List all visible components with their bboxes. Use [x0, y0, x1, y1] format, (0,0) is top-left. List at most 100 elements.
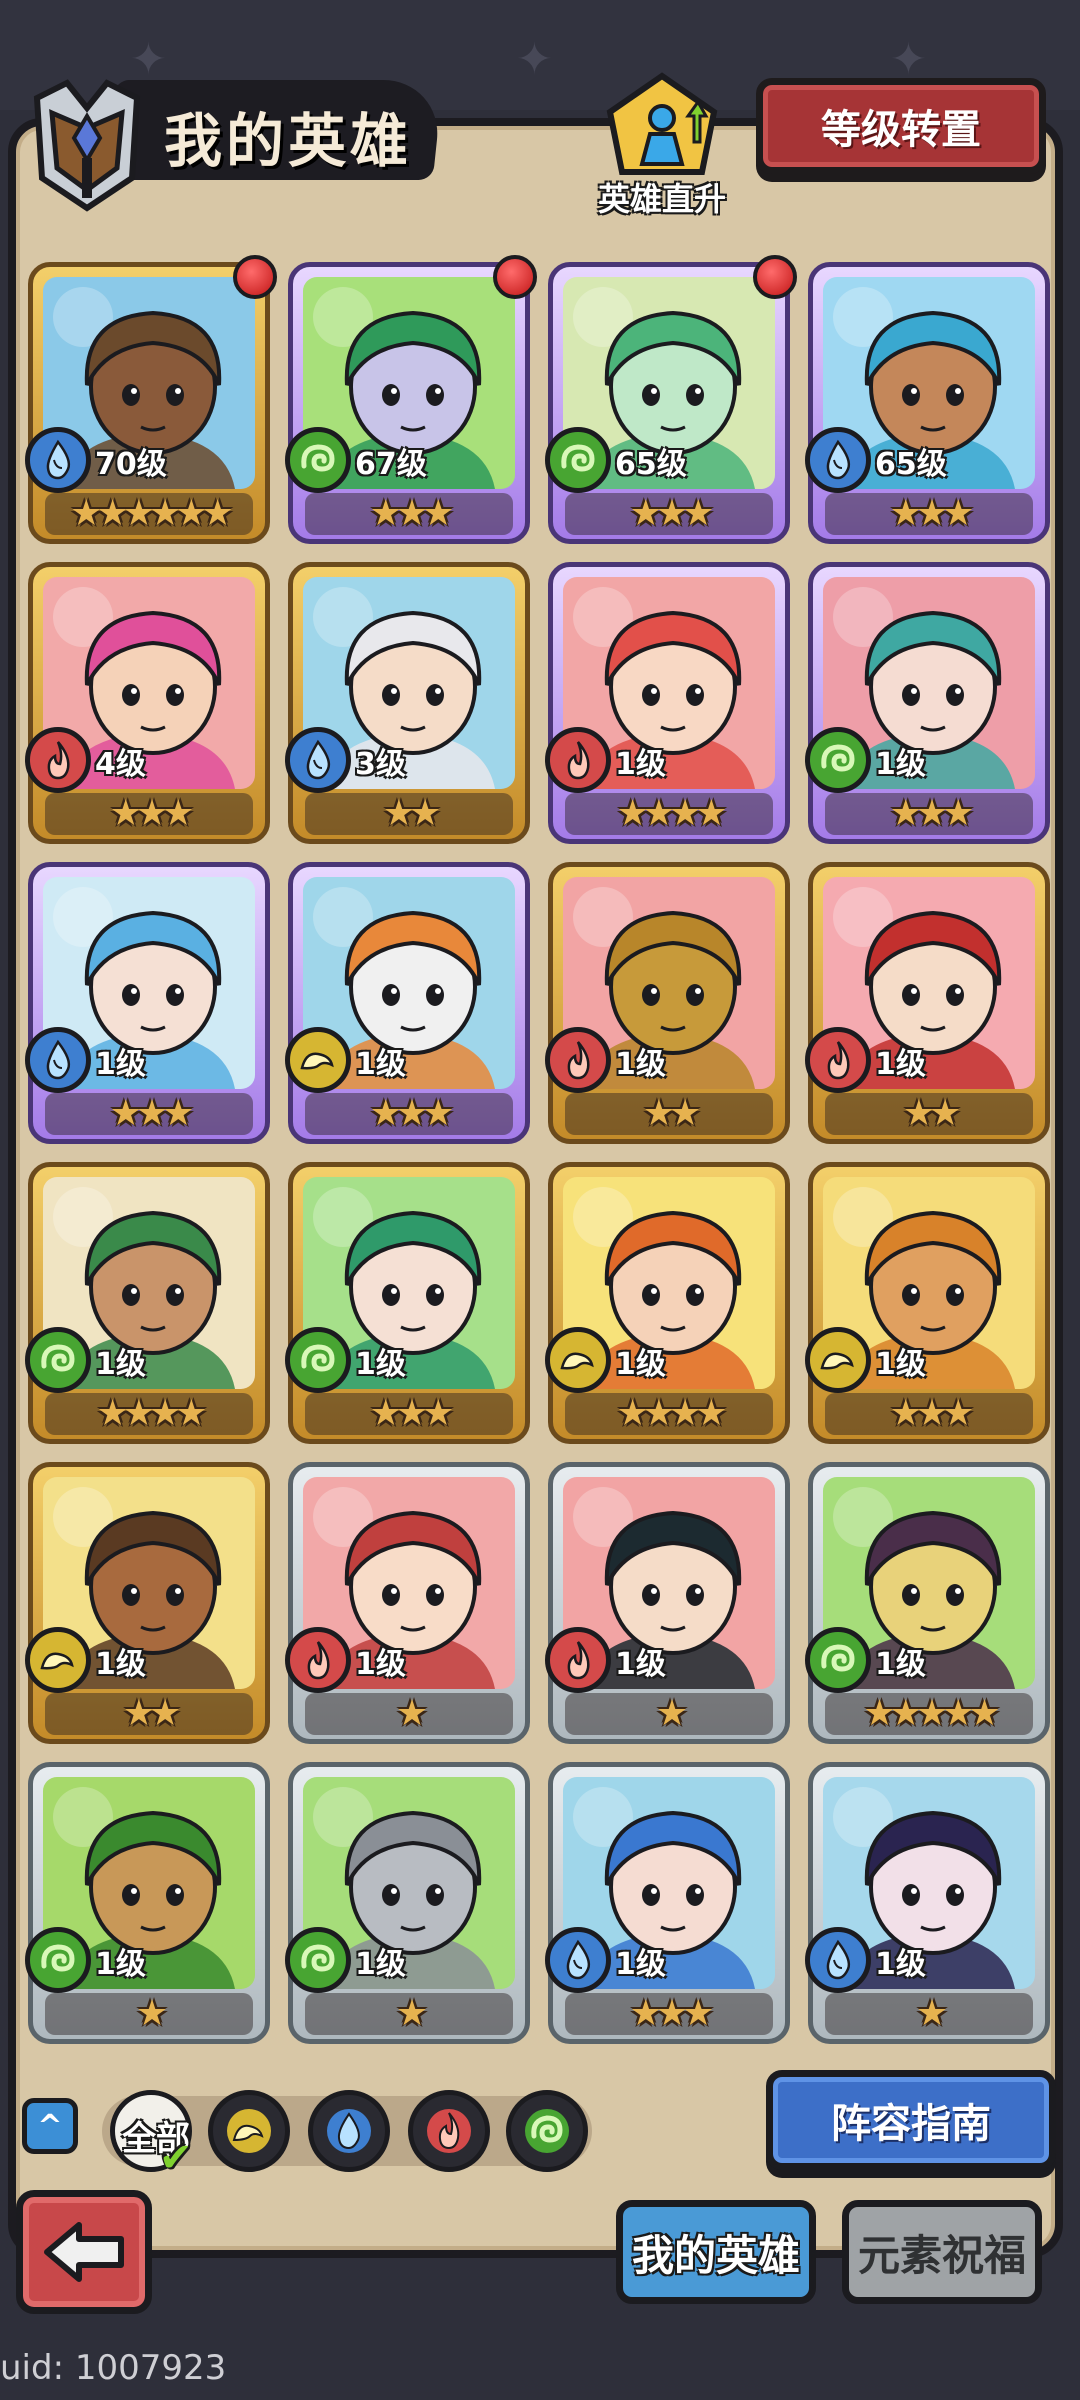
wood-element-icon	[25, 1327, 91, 1393]
hero-upgrade-arrow-icon	[602, 72, 722, 182]
earth-element-icon	[805, 1327, 871, 1393]
hero-star-rating: ★★★	[565, 493, 773, 535]
hero-level: 67级	[355, 447, 427, 482]
hero-level: 1级	[615, 1947, 666, 1982]
hero-star-rating: ★★★	[825, 1393, 1033, 1435]
hero-card[interactable]: 70级 ★★★★★★	[25, 255, 277, 544]
hero-card[interactable]: 1级 ★	[25, 1762, 270, 2044]
level-reset-button[interactable]: 等级转置	[756, 78, 1046, 174]
collapse-up-button[interactable]: ^	[22, 2098, 78, 2154]
hero-card[interactable]: 1级 ★★	[805, 862, 1050, 1144]
earth-element-icon	[285, 1027, 351, 1093]
hero-card[interactable]: 1级 ★★★	[805, 562, 1050, 844]
hero-direct-upgrade-label: 英雄直升	[597, 180, 726, 218]
wood-element-icon	[285, 427, 351, 493]
hero-card[interactable]: 1级 ★	[545, 1462, 790, 1744]
earth-element-icon	[545, 1327, 611, 1393]
water-element-icon	[545, 1927, 611, 1993]
hero-level: 1级	[95, 1947, 146, 1982]
hero-star-rating: ★	[565, 1693, 773, 1735]
hero-card[interactable]: 1级 ★★★★	[545, 1162, 790, 1444]
hero-card[interactable]: 1级 ★★	[545, 862, 790, 1144]
hero-card[interactable]: 1级 ★★★	[285, 862, 530, 1144]
fire-element-icon	[285, 1627, 351, 1693]
fire-element-icon	[805, 1027, 871, 1093]
wood-element-icon	[545, 427, 611, 493]
tab-my-heroes[interactable]: 我的英雄	[616, 2200, 816, 2304]
notification-dot	[493, 255, 537, 299]
hero-star-rating: ★	[45, 1993, 253, 2035]
hero-level: 1级	[95, 1047, 146, 1082]
hero-card[interactable]: 1级 ★★★	[805, 1162, 1050, 1444]
hero-card[interactable]: 67级 ★★★	[285, 255, 537, 544]
fire-filter-icon[interactable]	[408, 2090, 490, 2172]
water-element-icon	[805, 427, 871, 493]
hero-level: 1级	[875, 1047, 926, 1082]
earth-element-icon	[25, 1627, 91, 1693]
hero-level: 1级	[355, 1047, 406, 1082]
wood-element-icon	[805, 1627, 871, 1693]
hero-level: 1级	[615, 1347, 666, 1382]
hero-level: 3级	[355, 747, 406, 782]
hero-star-rating: ★★★	[45, 1093, 253, 1135]
hero-star-rating: ★★★	[565, 1993, 773, 2035]
water-element-icon	[25, 1027, 91, 1093]
filter-all-button[interactable]: 全部 ✔	[110, 2090, 193, 2181]
hero-card[interactable]: 65级 ★★★	[805, 262, 1050, 544]
hero-level: 1级	[615, 1647, 666, 1682]
hero-card[interactable]: 1级 ★★	[25, 1462, 270, 1744]
hero-star-rating: ★★	[825, 1093, 1033, 1135]
uid-label: uid: 1007923	[0, 2348, 227, 2388]
earth-filter-icon[interactable]	[208, 2090, 290, 2172]
hero-card[interactable]: 1级 ★★★	[25, 862, 270, 1144]
hero-card[interactable]: 4级 ★★★	[25, 562, 270, 844]
element-filter-bar: ^ 全部 ✔	[22, 2080, 592, 2181]
hero-star-rating: ★	[825, 1993, 1033, 2035]
hero-card[interactable]: 1级 ★	[285, 1462, 530, 1744]
hero-card[interactable]: 65级 ★★★	[545, 255, 797, 544]
hero-card[interactable]: 1级 ★	[285, 1762, 530, 2044]
hero-card[interactable]: 3级 ★★	[285, 562, 530, 844]
hero-card[interactable]: 1级 ★★★	[545, 1762, 790, 2044]
hero-level: 1级	[355, 1947, 406, 1982]
hero-card[interactable]: 1级 ★★★★	[25, 1162, 270, 1444]
hero-level: 1级	[875, 1347, 926, 1382]
page-title: 我的英雄	[164, 107, 413, 175]
hero-card[interactable]: 1级 ★★★★★	[805, 1462, 1050, 1744]
hero-star-rating: ★★★★	[565, 1393, 773, 1435]
hero-level: 1级	[95, 1647, 146, 1682]
hero-star-rating: ★★★	[305, 1393, 513, 1435]
fire-element-icon	[545, 727, 611, 793]
lineup-guide-button[interactable]: 阵容指南	[766, 2070, 1056, 2170]
hero-level: 1级	[615, 747, 666, 782]
hero-level: 1级	[875, 1647, 926, 1682]
back-arrow-icon	[44, 2222, 124, 2282]
notification-dot	[233, 255, 277, 299]
hero-level: 1级	[875, 1947, 926, 1982]
hero-direct-upgrade-button[interactable]: 英雄直升	[588, 72, 736, 220]
water-element-icon	[285, 727, 351, 793]
hero-star-rating: ★★★★★★	[45, 493, 253, 535]
hero-level: 1级	[615, 1047, 666, 1082]
water-element-icon	[25, 427, 91, 493]
hero-level: 1级	[95, 1347, 146, 1382]
wood-element-icon	[285, 1927, 351, 1993]
hero-level: 70级	[95, 447, 167, 482]
water-element-icon	[805, 1927, 871, 1993]
wood-filter-icon[interactable]	[506, 2090, 588, 2172]
notification-dot	[753, 255, 797, 299]
hero-star-rating: ★★	[305, 793, 513, 835]
hero-card[interactable]: 1级 ★	[805, 1762, 1050, 2044]
wood-element-icon	[25, 1927, 91, 1993]
hero-star-rating: ★★★★	[45, 1393, 253, 1435]
hero-level: 65级	[615, 447, 687, 482]
hero-level: 4级	[95, 747, 146, 782]
hero-level: 1级	[355, 1647, 406, 1682]
hero-card[interactable]: 1级 ★★★★	[545, 562, 790, 844]
hero-star-rating: ★★★	[45, 793, 253, 835]
hero-star-rating: ★★	[45, 1693, 253, 1735]
water-filter-icon[interactable]	[308, 2090, 390, 2172]
back-button[interactable]	[16, 2190, 152, 2314]
tab-element-blessing[interactable]: 元素祝福	[842, 2200, 1042, 2304]
hero-card[interactable]: 1级 ★★★	[285, 1162, 530, 1444]
